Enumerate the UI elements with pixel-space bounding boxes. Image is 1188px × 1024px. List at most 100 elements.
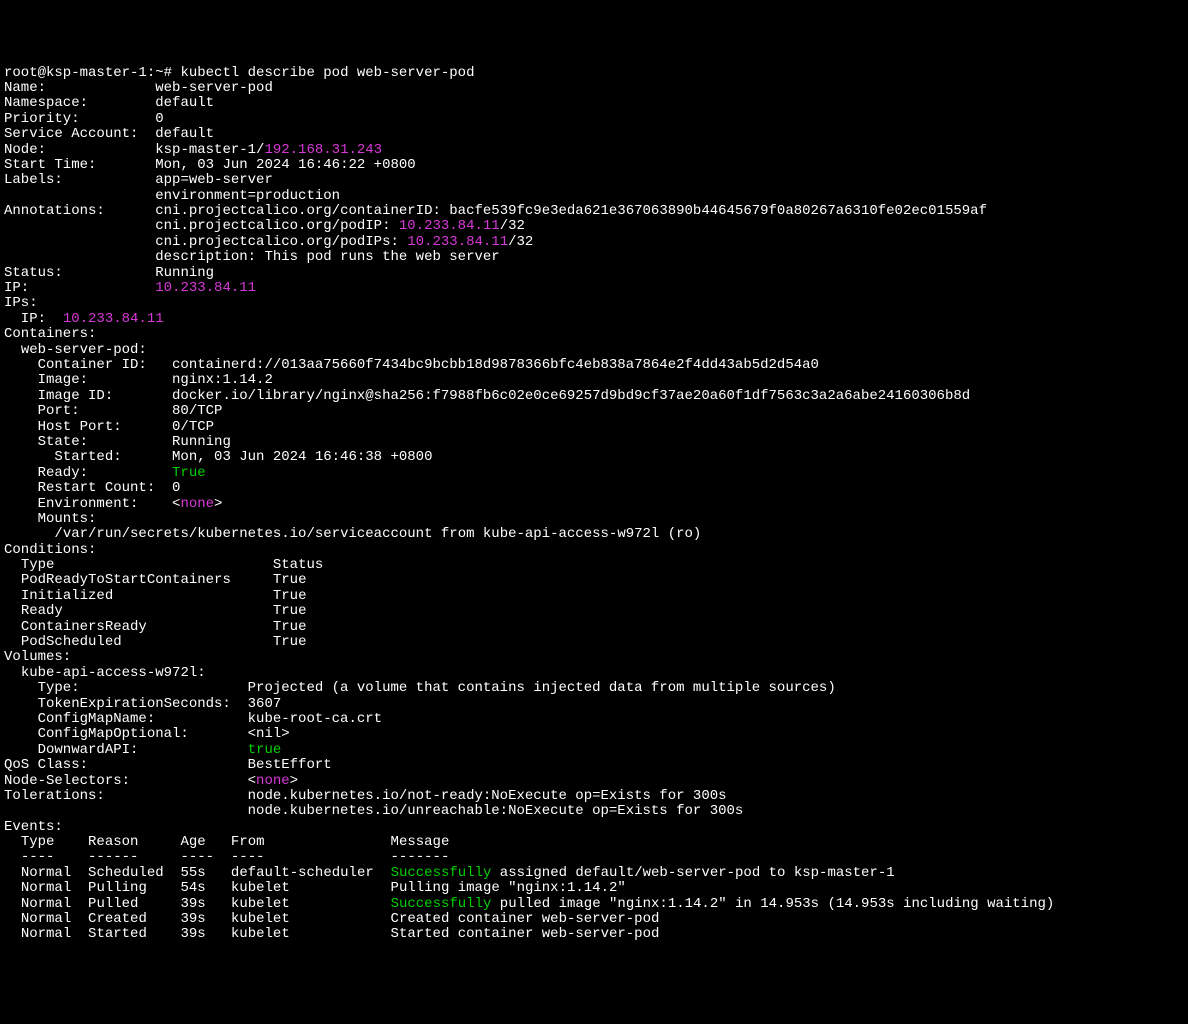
- ev-d-reason: ------: [88, 849, 138, 865]
- command-text[interactable]: kubectl describe pod web-server-pod: [180, 65, 474, 81]
- anno-description: description: This pod runs the web serve…: [155, 249, 499, 265]
- ev-r5-from: kubelet: [231, 926, 290, 942]
- field-namespace: Namespace:: [4, 95, 155, 111]
- cond-r3c2: True: [273, 603, 307, 619]
- cond-r1c1: PodReadyToStartContainers: [21, 572, 231, 588]
- tolerations-1: node.kubernetes.io/not-ready:NoExecute o…: [248, 788, 727, 804]
- label-env: environment=production: [155, 188, 340, 204]
- field-service-account-value: default: [155, 126, 214, 142]
- terminal-output: root@ksp-master-1:~# kubectl describe po…: [4, 66, 1184, 943]
- field-node: Node:: [4, 142, 155, 158]
- cond-r4c2: True: [273, 619, 307, 635]
- ev-h-type: Type: [21, 834, 55, 850]
- cond-r4c1: ContainersReady: [21, 619, 147, 635]
- ev-r3-msg2: pulled image "nginx:1.14.2" in 14.953s (…: [491, 896, 1054, 912]
- anno-pod-ips-suffix: /32: [508, 234, 533, 250]
- field-start-time: Start Time:: [4, 157, 155, 173]
- field-priority-value: 0: [155, 111, 163, 127]
- field-labels: Labels:: [4, 172, 155, 188]
- ev-r4-age: 39s: [180, 911, 205, 927]
- ev-r2-from: kubelet: [231, 880, 290, 896]
- volume-downward-api-value: true: [248, 742, 282, 758]
- node-ip: 192.168.31.243: [264, 142, 382, 158]
- ev-r1-type: Normal: [21, 865, 71, 881]
- field-status-value: Running: [155, 265, 214, 281]
- field-ip-value: 10.233.84.11: [155, 280, 256, 296]
- tolerations: Tolerations:: [4, 788, 248, 804]
- anno-pod-ips: 10.233.84.11: [407, 234, 508, 250]
- ev-r3-type: Normal: [21, 896, 71, 912]
- ev-r5-age: 39s: [180, 926, 205, 942]
- cond-h2: Status: [273, 557, 323, 573]
- label-app: app=web-server: [155, 172, 273, 188]
- events-header: Events:: [4, 819, 63, 835]
- field-start-time-value: Mon, 03 Jun 2024 16:46:22 +0800: [155, 157, 415, 173]
- ips-ip-value: 10.233.84.11: [63, 311, 164, 327]
- container-mounts-value: /var/run/secrets/kubernetes.io/serviceac…: [54, 526, 701, 542]
- ev-r4-from: kubelet: [231, 911, 290, 927]
- cond-r5c2: True: [273, 634, 307, 650]
- ev-r4-type: Normal: [21, 911, 71, 927]
- container-environment-none: none: [180, 496, 214, 512]
- field-service-account: Service Account:: [4, 126, 155, 142]
- ev-r4-reason: Created: [88, 911, 147, 927]
- volume-name: kube-api-access-w972l:: [21, 665, 206, 681]
- ev-r2-msg: Pulling image "nginx:1.14.2": [391, 880, 626, 896]
- conditions-header: Conditions:: [4, 542, 96, 558]
- cond-r5c1: PodScheduled: [21, 634, 122, 650]
- ev-h-age: Age: [180, 834, 205, 850]
- field-status: Status:: [4, 265, 155, 281]
- qos-class-value: BestEffort: [248, 757, 332, 773]
- ev-r1-age: 55s: [180, 865, 205, 881]
- ev-r1-reason: Scheduled: [88, 865, 164, 881]
- ev-r1-from: default-scheduler: [231, 865, 374, 881]
- field-namespace-value: default: [155, 95, 214, 111]
- prompt-user: root@ksp-master-1: [4, 65, 147, 81]
- anno-pod-ip: 10.233.84.11: [399, 218, 500, 234]
- anno-pod-ip-prefix: cni.projectcalico.org/podIP:: [155, 218, 399, 234]
- container-id-value: containerd://013aa75660f7434bc9bcbb18d98…: [172, 357, 819, 373]
- ev-h-message: Message: [391, 834, 450, 850]
- ev-r3-from: kubelet: [231, 896, 290, 912]
- ev-r2-age: 54s: [180, 880, 205, 896]
- container-restart-count-value: 0: [172, 480, 180, 496]
- containers-header: Containers:: [4, 326, 96, 342]
- container-state-value: Running: [172, 434, 231, 450]
- ev-r5-type: Normal: [21, 926, 71, 942]
- field-annotations: Annotations:: [4, 203, 155, 219]
- volumes-header: Volumes:: [4, 649, 71, 665]
- ev-r5-msg: Started container web-server-pod: [391, 926, 660, 942]
- node-selectors-none: none: [256, 773, 290, 789]
- field-ips: IPs:: [4, 295, 38, 311]
- cond-r2c1: Initialized: [21, 588, 113, 604]
- container-ready-value: True: [172, 465, 206, 481]
- anno-pod-ip-suffix: /32: [500, 218, 525, 234]
- ev-r2-type: Normal: [21, 880, 71, 896]
- ev-d-type: ----: [21, 849, 55, 865]
- ev-h-from: From: [231, 834, 265, 850]
- ev-r3-msg1: Successfully: [391, 896, 492, 912]
- ev-r3-reason: Pulled: [88, 896, 138, 912]
- volume-configmap-optional-value: <nil>: [248, 726, 290, 742]
- field-name: Name:: [4, 80, 155, 96]
- node-name: ksp-master-1/: [155, 142, 264, 158]
- ev-r1-msg1: Successfully: [391, 865, 492, 881]
- container-image-id-value: docker.io/library/nginx@sha256:f7988fb6c…: [172, 388, 970, 404]
- ev-r3-age: 39s: [180, 896, 205, 912]
- ev-r4-msg: Created container web-server-pod: [391, 911, 660, 927]
- anno-container-id: cni.projectcalico.org/containerID: bacfe…: [155, 203, 987, 219]
- cond-r1c2: True: [273, 572, 307, 588]
- container-host-port-value: 0/TCP: [172, 419, 214, 435]
- field-name-value: web-server-pod: [155, 80, 273, 96]
- volume-configmap-name-value: kube-root-ca.crt: [248, 711, 382, 727]
- ev-d-message: -------: [391, 849, 450, 865]
- cond-r2c2: True: [273, 588, 307, 604]
- anno-pod-ips-prefix: cni.projectcalico.org/podIPs:: [155, 234, 407, 250]
- volume-type-value: Projected (a volume that contains inject…: [248, 680, 836, 696]
- ev-d-from: ----: [231, 849, 265, 865]
- ev-d-age: ----: [180, 849, 214, 865]
- ev-r2-reason: Pulling: [88, 880, 147, 896]
- volume-token-exp-value: 3607: [248, 696, 282, 712]
- field-priority: Priority:: [4, 111, 155, 127]
- cond-h1: Type: [21, 557, 55, 573]
